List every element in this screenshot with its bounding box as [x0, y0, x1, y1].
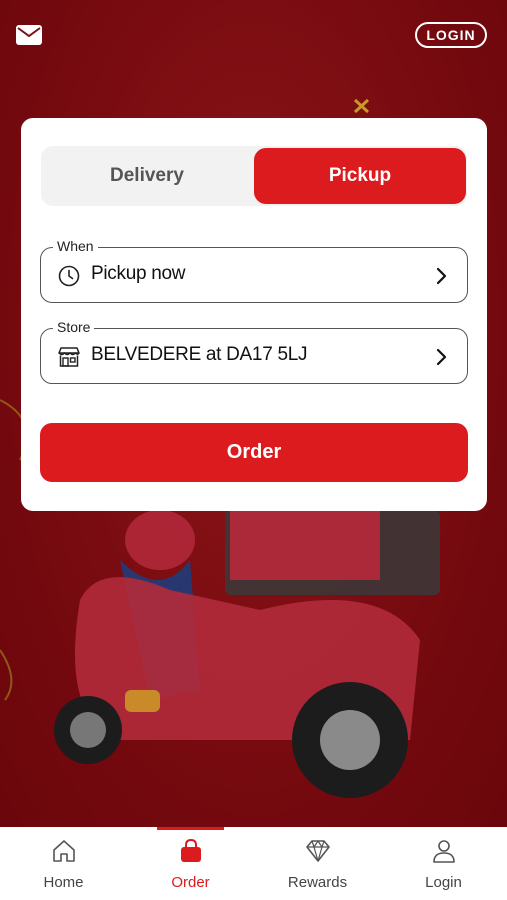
- order-card: Delivery Pickup When Pickup now Store BE…: [21, 118, 487, 511]
- diamond-icon: [305, 840, 330, 862]
- when-value: Pickup now: [91, 263, 186, 284]
- nav-home[interactable]: Home: [0, 827, 127, 900]
- home-icon: [52, 840, 75, 862]
- nav-login[interactable]: Login: [380, 827, 507, 900]
- order-type-toggle: Delivery Pickup: [41, 146, 467, 206]
- login-button[interactable]: LOGIN: [415, 22, 487, 48]
- chevron-right-icon: [436, 267, 447, 285]
- tab-pickup[interactable]: Pickup: [254, 148, 466, 204]
- bottom-nav: Home Order Rewards Login: [0, 827, 507, 900]
- nav-rewards-label: Rewards: [287, 874, 348, 891]
- chevron-right-icon: [436, 348, 447, 366]
- tab-delivery[interactable]: Delivery: [41, 148, 253, 204]
- nav-home-label: Home: [43, 874, 84, 891]
- when-label: When: [53, 238, 98, 254]
- order-button[interactable]: Order: [40, 423, 468, 482]
- shopping-bag-icon: [180, 838, 201, 862]
- user-icon: [432, 840, 455, 863]
- nav-order-label: Order: [171, 874, 210, 891]
- store-value: BELVEDERE at DA17 5LJ: [91, 344, 308, 365]
- store-icon: [58, 347, 80, 367]
- top-bar: LOGIN: [0, 0, 507, 70]
- when-field[interactable]: When Pickup now: [40, 238, 468, 303]
- store-label: Store: [53, 319, 95, 335]
- nav-login-label: Login: [425, 874, 462, 891]
- store-field[interactable]: Store BELVEDERE at DA17 5LJ: [40, 319, 468, 384]
- mail-icon[interactable]: [16, 25, 42, 45]
- nav-rewards[interactable]: Rewards: [254, 827, 381, 900]
- clock-icon: [58, 265, 80, 287]
- nav-order[interactable]: Order: [127, 827, 254, 900]
